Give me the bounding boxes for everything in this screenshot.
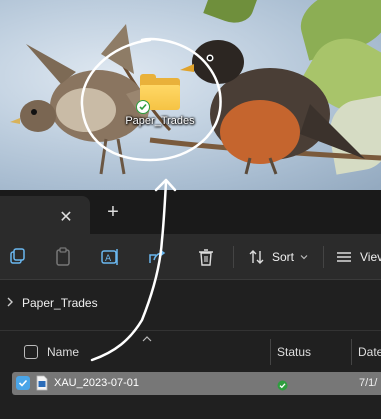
delete-icon[interactable]	[195, 246, 217, 268]
synced-check-icon	[136, 100, 150, 114]
desktop-folder-label: Paper_Trades	[125, 115, 195, 127]
tab-paper-trades[interactable]: ✕	[0, 196, 90, 234]
close-tab-icon[interactable]: ✕	[58, 210, 74, 226]
column-header-row: Name Status Date	[0, 331, 381, 371]
tab-bar: ✕ +	[0, 190, 381, 234]
paste-icon[interactable]	[52, 246, 74, 268]
view-list-icon	[337, 252, 351, 262]
column-header-date[interactable]: Date	[358, 345, 381, 359]
document-icon	[36, 375, 48, 391]
toolbar-separator	[323, 246, 324, 268]
available-icon	[277, 378, 288, 391]
desktop-wallpaper: Paper_Trades	[0, 0, 381, 190]
rename-icon[interactable]: A	[99, 246, 121, 268]
sort-button[interactable]: Sort	[248, 245, 308, 269]
sort-icon	[249, 250, 264, 264]
file-date: 7/1/	[359, 377, 378, 389]
file-name: XAU_2023-07-01	[54, 377, 140, 389]
view-button[interactable]: Viev	[336, 245, 381, 269]
chevron-down-icon	[300, 255, 308, 260]
column-header-name[interactable]: Name	[47, 345, 79, 359]
share-icon[interactable]	[146, 246, 168, 268]
sort-label: Sort	[272, 250, 295, 264]
svg-text:A: A	[105, 254, 112, 264]
breadcrumb: Paper_Trades	[6, 296, 98, 310]
file-row[interactable]: XAU_2023-07-01 7/1/	[12, 372, 381, 395]
select-all-checkbox[interactable]	[24, 345, 38, 359]
command-bar: A Sort Viev	[0, 234, 381, 280]
column-header-status[interactable]: Status	[277, 345, 311, 359]
sort-ascending-icon	[142, 335, 152, 346]
column-resize-handle[interactable]	[351, 339, 352, 365]
robin-bird	[180, 40, 365, 175]
toolbar-separator	[233, 246, 234, 268]
file-explorer-window: ✕ + A Sort Viev Paper_Trades Name Status…	[0, 190, 381, 419]
view-label: Viev	[360, 250, 381, 264]
new-tab-icon[interactable]: +	[104, 202, 122, 222]
copy-icon[interactable]	[6, 246, 28, 268]
desktop-folder-icon[interactable]: Paper_Trades	[114, 70, 206, 150]
folder-icon	[136, 74, 182, 114]
breadcrumb-folder[interactable]: Paper_Trades	[22, 296, 98, 310]
column-resize-handle[interactable]	[270, 339, 271, 365]
address-bar[interactable]: Paper_Trades	[0, 281, 381, 331]
row-checkbox[interactable]	[16, 376, 30, 390]
chevron-right-icon[interactable]	[6, 297, 14, 310]
